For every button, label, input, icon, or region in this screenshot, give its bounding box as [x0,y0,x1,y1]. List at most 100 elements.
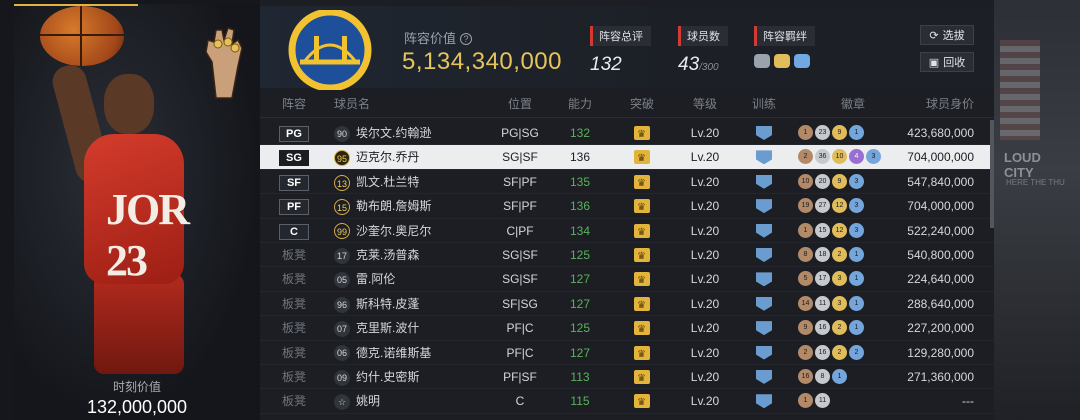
training-shield-icon[interactable] [756,126,772,140]
breakthrough-crown-icon[interactable] [634,343,650,367]
col-player-name[interactable]: 球员名 [334,95,474,112]
breakthrough-crown-icon[interactable] [634,318,650,342]
bronze-badge-icon[interactable]: 1 [798,222,813,238]
silver-badge-icon[interactable]: 36 [815,149,830,165]
training-shield-icon[interactable] [756,369,772,384]
table-row[interactable]: C 99沙奎尔.奥尼尔 C|PF 134 Lv.20 115123 522,240,000 [260,219,994,245]
breakthrough-crown-icon[interactable] [634,196,650,220]
bronze-badge-icon[interactable]: 9 [798,320,813,336]
training-shield-icon[interactable] [756,321,772,336]
training-cell [744,243,784,267]
bond-silver-icon[interactable] [754,54,770,68]
col-level[interactable]: 等级 [680,95,730,112]
table-row[interactable]: 板凳 09约什.史密斯 PF|SF 113 Lv.20 1681 271,360,000 [260,365,994,391]
table-row[interactable]: SF 13凯文.杜兰特 SF|PF 135 Lv.20 102093 547,840,000 [260,170,994,196]
purple-badge-icon[interactable]: 4 [849,149,864,165]
silver-badge-icon[interactable]: 11 [815,393,830,409]
bronze-badge-icon[interactable]: 8 [798,246,813,262]
gold-badge-icon[interactable]: 12 [832,198,847,214]
silver-badge-icon[interactable]: 23 [815,125,830,140]
col-value[interactable]: 球员身价 [870,95,974,112]
training-shield-icon[interactable] [756,272,772,287]
bond-blue-icon[interactable] [794,54,810,68]
table-row[interactable]: PG90埃尔文.约翰逊PG|SG132Lv.2012391423,680,000 [260,121,994,147]
bronze-badge-icon[interactable]: 14 [798,295,813,311]
blue-badge-icon[interactable]: 1 [849,271,864,287]
blue-badge-icon[interactable]: 3 [849,198,864,214]
blue-badge-icon[interactable]: 1 [849,295,864,311]
gold-badge-icon[interactable]: 9 [832,125,847,140]
breakthrough-cell [622,170,662,196]
blue-badge-icon[interactable]: 1 [849,125,864,140]
col-lineup[interactable]: 阵容 [270,95,318,112]
training-shield-icon[interactable] [756,394,772,409]
breakthrough-crown-icon[interactable] [634,221,650,245]
lineup-slot: PF [270,194,318,218]
bond-gold-icon[interactable] [774,54,790,68]
breakthrough-crown-icon[interactable] [634,123,650,147]
training-shield-icon[interactable] [756,247,772,262]
gold-badge-icon[interactable]: 10 [832,149,847,165]
silver-badge-icon[interactable]: 11 [815,295,830,311]
blue-badge-icon[interactable]: 1 [849,246,864,262]
col-training[interactable]: 训练 [744,95,784,112]
bronze-badge-icon[interactable]: 16 [798,368,813,384]
bronze-badge-icon[interactable]: 19 [798,198,813,214]
table-row[interactable]: PF 15勒布朗.詹姆斯 SF|PF 136 Lv.20 1927123 704,000,0… [260,194,994,220]
training-shield-icon[interactable] [756,199,772,214]
training-shield-icon[interactable] [756,150,772,165]
col-breakthrough[interactable]: 突破 [622,95,662,112]
breakthrough-crown-icon[interactable] [634,391,650,415]
training-shield-icon[interactable] [756,223,772,238]
silver-badge-icon[interactable]: 17 [815,271,830,287]
bronze-badge-icon[interactable]: 5 [798,271,813,287]
silver-badge-icon[interactable]: 27 [815,198,830,214]
silver-badge-icon[interactable]: 16 [815,344,830,360]
table-row[interactable]: 板凳 ☆姚明 C 115 Lv.20 111 --- [260,389,994,415]
help-icon[interactable]: ? [460,33,473,45]
table-row[interactable]: 板凳 07克里斯.波什 PF|C 125 Lv.20 91621 227,200,000 [260,316,994,342]
gold-badge-icon[interactable]: 3 [832,295,847,311]
blue-badge-icon[interactable]: 3 [849,222,864,238]
player-card[interactable]: JOR 23 时刻价值 132,000,000 [14,4,260,420]
silver-badge-icon[interactable]: 20 [815,173,830,189]
gold-badge-icon[interactable]: 9 [832,173,847,189]
blue-badge-icon[interactable]: 1 [849,320,864,336]
table-row[interactable]: 板凳06德克.诺维斯基PF|C127Lv.2021622129,280,000 [260,341,994,367]
breakthrough-crown-icon[interactable] [634,269,650,293]
table-row[interactable]: 板凳 05雷.阿伦 SG|SF 127 Lv.20 51731 224,640,000 [260,267,994,293]
silver-badge-icon[interactable]: 18 [815,246,830,262]
training-shield-icon[interactable] [756,296,772,311]
silver-badge-icon[interactable]: 8 [815,368,830,384]
bronze-badge-icon[interactable]: 1 [798,393,813,409]
breakthrough-crown-icon[interactable] [634,172,650,196]
breakthrough-crown-icon[interactable] [634,147,650,171]
silver-badge-icon[interactable]: 15 [815,222,830,238]
bronze-badge-icon[interactable]: 10 [798,173,813,189]
blue-badge-icon[interactable]: 2 [849,344,864,360]
silver-badge-icon[interactable]: 16 [815,320,830,336]
breakthrough-crown-icon[interactable] [634,367,650,391]
col-position[interactable]: 位置 [480,95,560,112]
col-ability[interactable]: 能力 [560,95,600,112]
gold-badge-icon[interactable]: 2 [832,344,847,360]
blue-badge-icon[interactable]: 3 [849,173,864,189]
table-row[interactable]: 板凳 96斯科特.皮蓬 SF|SG 127 Lv.20 141131 288,640,000 [260,292,994,318]
training-shield-icon[interactable] [756,174,772,189]
bronze-badge-icon[interactable]: 2 [798,149,813,165]
blue-badge-icon[interactable]: 1 [832,368,847,384]
breakthrough-crown-icon[interactable] [634,245,650,269]
recycle-button[interactable]: ▣ 回收 [920,52,974,72]
breakthrough-crown-icon[interactable] [634,294,650,318]
training-shield-icon[interactable] [756,345,772,360]
pick-button[interactable]: ⟳ 选拔 [920,25,974,45]
scrollbar[interactable] [990,120,994,228]
gold-badge-icon[interactable]: 3 [832,271,847,287]
gold-badge-icon[interactable]: 2 [832,320,847,336]
table-row[interactable]: 板凳 17克莱.汤普森 SG|SF 125 Lv.20 81821 540,800,000 [260,243,994,269]
bronze-badge-icon[interactable]: 1 [798,125,813,140]
bronze-badge-icon[interactable]: 2 [798,344,813,360]
gold-badge-icon[interactable]: 2 [832,246,847,262]
table-row[interactable]: SG95迈克尔.乔丹SG|SF136Lv.202361043704,000,00… [260,145,994,171]
gold-badge-icon[interactable]: 12 [832,222,847,238]
